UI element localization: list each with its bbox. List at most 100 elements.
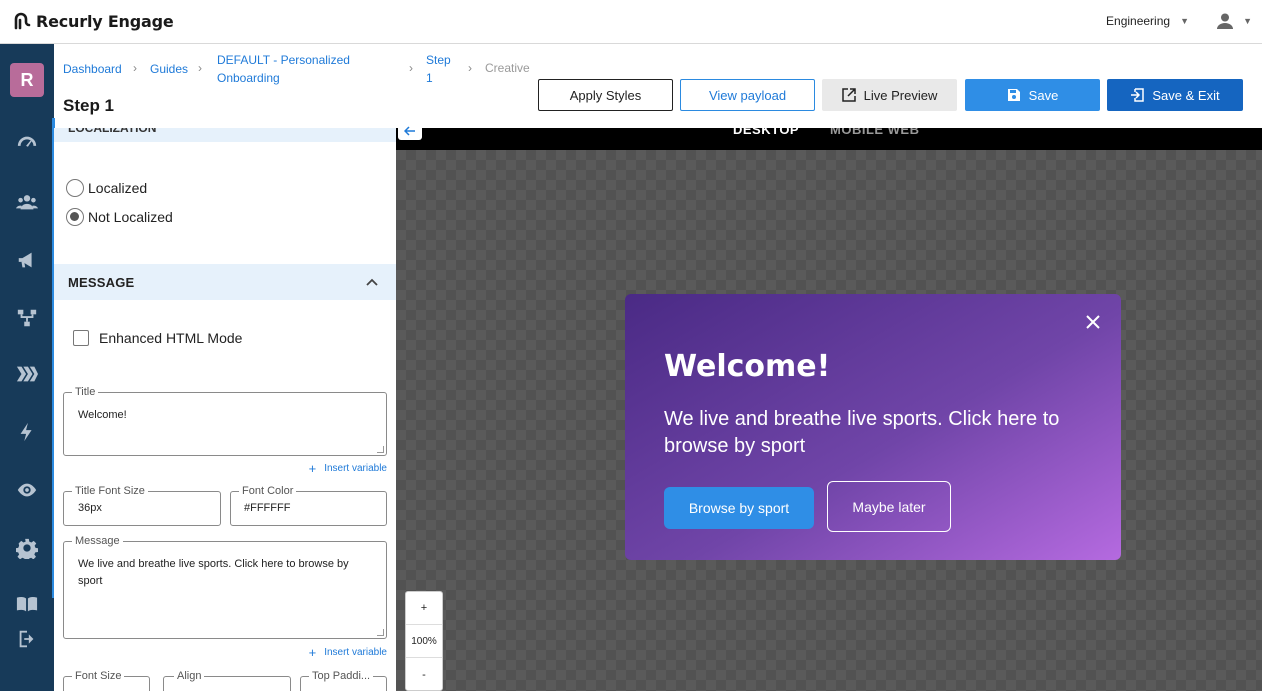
save-and-exit-label: Save & Exit [1152, 87, 1220, 103]
message-label: Message [72, 534, 123, 548]
breadcrumb-dashboard[interactable]: Dashboard [63, 60, 122, 78]
title-font-size-label: Title Font Size [72, 484, 148, 498]
settings-icon[interactable] [15, 536, 39, 560]
org-name: Engineering [1106, 14, 1171, 28]
resize-handle[interactable] [377, 629, 384, 636]
save-label: Save [1028, 87, 1059, 103]
device-tabs: DESKTOP MOBILE WEB [396, 128, 1262, 150]
plus-icon: + [308, 645, 317, 660]
org-selector[interactable]: Engineering ▼ [1106, 14, 1189, 28]
enhanced-html-toggle[interactable]: Enhanced HTML Mode [73, 330, 242, 346]
radio-label: Localized [88, 180, 148, 196]
app-name: Recurly Engage [36, 11, 174, 31]
editor-header: Dashboard › Guides › DEFAULT - Personali… [54, 44, 1262, 128]
radio-not-localized[interactable]: Not Localized [66, 208, 173, 226]
insert-variable-label: Insert variable [324, 647, 387, 658]
app-logo[interactable]: Recurly Engage [12, 11, 174, 31]
font-size-label: Font Size [72, 669, 125, 683]
guides-icon[interactable] [15, 362, 39, 386]
insert-variable-title-button[interactable]: + Insert variable [309, 461, 387, 476]
view-payload-label: View payload [708, 87, 787, 103]
tab-desktop[interactable]: DESKTOP [733, 128, 799, 137]
user-menu[interactable]: ▼ [1215, 11, 1252, 31]
title-font-size-field[interactable]: Title Font Size 36px [63, 484, 221, 526]
breadcrumb-separator: › [198, 61, 202, 75]
font-color-label: Font Color [239, 484, 297, 498]
font-color-value: #FFFFFF [244, 502, 291, 514]
close-icon[interactable] [1085, 314, 1101, 330]
page-title: Step 1 [63, 96, 115, 115]
align-field[interactable]: Align [163, 669, 291, 691]
insert-variable-message-button[interactable]: + Insert variable [309, 645, 387, 660]
chevron-down-icon: ▼ [1243, 16, 1252, 26]
lightning-icon[interactable] [15, 420, 39, 444]
arrow-left-icon [404, 126, 415, 136]
guide-preview-modal[interactable]: Welcome! We live and breathe live sports… [625, 294, 1121, 560]
radio-button[interactable] [66, 179, 84, 197]
browse-by-sport-button[interactable]: Browse by sport [664, 487, 814, 529]
eye-icon[interactable] [15, 478, 39, 502]
docs-icon[interactable] [15, 592, 39, 616]
modal-message: We live and breathe live sports. Click h… [664, 408, 1060, 457]
align-label: Align [174, 669, 205, 683]
save-button[interactable]: Save [965, 79, 1100, 111]
title-label: Title [72, 385, 99, 399]
apply-styles-label: Apply Styles [569, 87, 642, 103]
enhanced-html-label: Enhanced HTML Mode [99, 330, 243, 346]
floppy-disk-icon [1007, 89, 1020, 101]
breadcrumb-step-line2[interactable]: 1 [426, 69, 433, 87]
radio-localized[interactable]: Localized [66, 179, 147, 197]
view-payload-button[interactable]: View payload [680, 79, 815, 111]
maybe-later-button[interactable]: Maybe later [827, 481, 951, 532]
message-field[interactable]: Message We live and breathe live sports.… [63, 534, 387, 639]
title-font-size-value: 36px [78, 502, 102, 514]
zoom-in-button[interactable]: + [406, 592, 442, 625]
chevron-down-icon: ▼ [1180, 16, 1189, 26]
radio-button-selected[interactable] [66, 208, 84, 226]
exit-icon [1131, 88, 1145, 102]
top-padding-label: Top Paddi... [309, 669, 374, 683]
recurly-logo-icon [14, 12, 31, 30]
logout-icon[interactable] [15, 627, 39, 651]
breadcrumb-separator: › [133, 61, 137, 75]
radio-label: Not Localized [88, 209, 173, 225]
message-section-header[interactable]: MESSAGE [54, 264, 396, 300]
font-size-field[interactable]: Font Size [63, 669, 150, 691]
external-link-icon [841, 88, 856, 102]
zoom-out-button[interactable]: - [406, 658, 442, 691]
localization-section-header[interactable]: LOCALIZATION [54, 128, 396, 142]
font-color-field[interactable]: Font Color #FFFFFF [230, 484, 387, 526]
campaigns-icon[interactable] [15, 248, 39, 272]
breadcrumb-step-line1[interactable]: Step [426, 51, 451, 69]
top-padding-field[interactable]: Top Paddi... [300, 669, 387, 691]
users-icon[interactable] [15, 190, 39, 214]
insert-variable-label: Insert variable [324, 463, 387, 474]
collapse-panel-button[interactable] [398, 122, 422, 140]
message-value: We live and breathe live sports. Click h… [78, 558, 349, 587]
left-nav: R [0, 44, 54, 691]
top-bar: Recurly Engage Engineering ▼ ▼ [0, 0, 1262, 44]
flows-icon[interactable] [15, 306, 39, 330]
save-and-exit-button[interactable]: Save & Exit [1107, 79, 1243, 111]
dashboard-icon[interactable] [15, 132, 39, 156]
localization-heading: LOCALIZATION [68, 128, 157, 135]
live-preview-button[interactable]: Live Preview [822, 79, 957, 111]
title-value: Welcome! [78, 409, 127, 421]
apply-styles-button[interactable]: Apply Styles [538, 79, 673, 111]
breadcrumb-guide-name-line1[interactable]: DEFAULT - Personalized [217, 51, 350, 69]
breadcrumb-separator: › [468, 61, 472, 75]
chevron-up-icon[interactable] [365, 275, 379, 289]
user-icon [1217, 13, 1234, 29]
breadcrumb-current: Creative [485, 61, 530, 75]
modal-title: Welcome! [664, 349, 831, 384]
breadcrumb-guides[interactable]: Guides [150, 60, 188, 78]
plus-icon: + [308, 461, 317, 476]
zoom-level: 100% [406, 625, 442, 658]
tab-mobile-web[interactable]: MOBILE WEB [830, 128, 920, 137]
resize-handle[interactable] [377, 446, 384, 453]
title-field[interactable]: Title Welcome! [63, 385, 387, 456]
checkbox[interactable] [73, 330, 89, 346]
breadcrumb-guide-name-line2[interactable]: Onboarding [217, 69, 280, 87]
message-heading: MESSAGE [68, 275, 135, 290]
workspace-avatar[interactable]: R [10, 63, 44, 97]
